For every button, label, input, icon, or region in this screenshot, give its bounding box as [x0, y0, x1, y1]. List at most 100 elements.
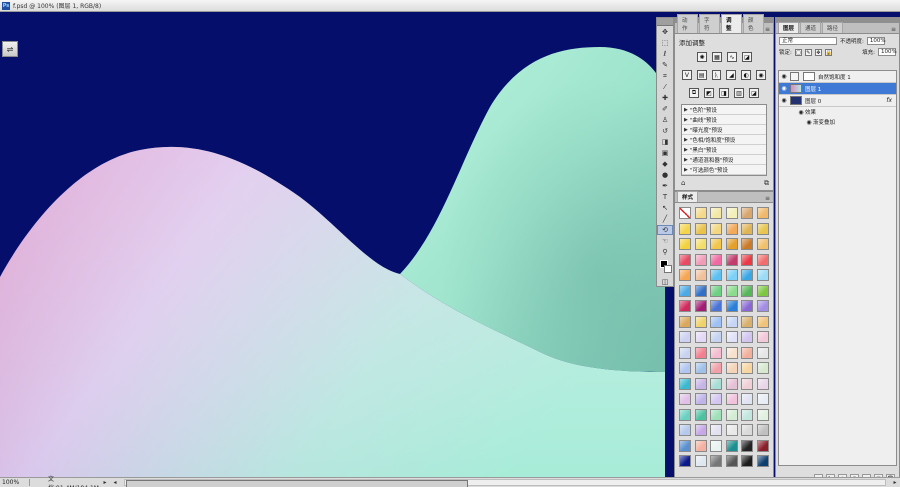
- eye-icon[interactable]: ◉: [779, 73, 789, 80]
- layers-menu-icon[interactable]: ≡: [891, 26, 896, 33]
- eraser-tool-icon[interactable]: ◨: [657, 137, 673, 147]
- style-swatch[interactable]: [756, 346, 769, 359]
- color-balance-icon[interactable]: ᚣ: [711, 70, 722, 80]
- expand-triangle-icon[interactable]: ▶: [684, 107, 688, 113]
- levels-icon[interactable]: ▦: [712, 52, 722, 62]
- style-swatch[interactable]: [741, 222, 753, 235]
- style-swatch[interactable]: [756, 455, 769, 467]
- style-swatch[interactable]: [694, 238, 707, 250]
- style-swatch[interactable]: [694, 439, 707, 452]
- tab-styles[interactable]: 样式: [677, 191, 699, 202]
- style-swatch[interactable]: [694, 393, 707, 405]
- gradient-tool-icon[interactable]: ▣: [657, 148, 673, 158]
- preset-item[interactable]: ▶ "曲线"预设: [682, 115, 766, 125]
- path-select-tool-icon[interactable]: ↖: [657, 203, 673, 213]
- 3d-rotate-tool-icon[interactable]: ⟲: [657, 225, 673, 235]
- clone-stamp-tool-icon[interactable]: ♙: [657, 115, 673, 125]
- photo-filter-icon[interactable]: ◐: [741, 70, 752, 80]
- lasso-tool-icon[interactable]: ℓ: [657, 49, 673, 59]
- style-swatch[interactable]: [710, 207, 722, 219]
- style-swatch[interactable]: [694, 253, 707, 266]
- scroll-right-icon[interactable]: ▸: [890, 479, 900, 486]
- style-swatch[interactable]: [741, 393, 753, 405]
- preset-item[interactable]: ▶ "可选颜色"预设: [682, 165, 766, 175]
- preset-item[interactable]: ▶ "黑白"预设: [682, 145, 766, 155]
- style-swatch[interactable]: [710, 300, 722, 312]
- style-swatch[interactable]: [694, 346, 707, 359]
- style-swatch[interactable]: [725, 377, 738, 390]
- style-swatch[interactable]: [756, 238, 769, 250]
- style-swatch[interactable]: [679, 253, 691, 266]
- lock-pixels-icon[interactable]: ✎: [804, 48, 812, 56]
- move-tool-icon[interactable]: ✥: [657, 27, 673, 37]
- pen-tool-icon[interactable]: ✒: [657, 181, 673, 191]
- clip-icon[interactable]: ⧉: [764, 179, 769, 188]
- horizontal-scrollbar[interactable]: [124, 479, 886, 487]
- style-swatch[interactable]: [694, 455, 707, 467]
- style-swatch[interactable]: [756, 393, 769, 405]
- blur-tool-icon[interactable]: ◆: [657, 159, 673, 169]
- style-swatch[interactable]: [710, 424, 722, 436]
- style-swatch[interactable]: [679, 284, 691, 297]
- style-swatch[interactable]: [725, 269, 738, 281]
- tools-grip[interactable]: [657, 18, 673, 26]
- style-swatch[interactable]: [694, 300, 707, 312]
- style-swatch[interactable]: [756, 284, 769, 297]
- options-button[interactable]: ⇌: [2, 41, 18, 57]
- dodge-tool-icon[interactable]: ●: [657, 170, 673, 180]
- style-swatch[interactable]: [756, 439, 769, 452]
- style-swatch[interactable]: [741, 439, 753, 452]
- style-swatch[interactable]: [725, 238, 738, 250]
- posterize-icon[interactable]: ◩: [704, 88, 714, 98]
- style-swatch[interactable]: [710, 408, 722, 421]
- doc-info[interactable]: 文档:91.4M/184.1M: [30, 474, 100, 487]
- style-swatch[interactable]: [694, 315, 707, 328]
- style-swatch[interactable]: [725, 408, 738, 421]
- opacity-field[interactable]: 100%: [866, 37, 886, 45]
- style-swatch[interactable]: [694, 331, 707, 343]
- style-swatch[interactable]: [741, 362, 753, 374]
- style-swatch[interactable]: [710, 393, 722, 405]
- style-swatch[interactable]: [725, 439, 738, 452]
- expand-triangle-icon[interactable]: ▶: [684, 167, 688, 173]
- gradient-map-icon[interactable]: ▥: [734, 88, 744, 98]
- expand-triangle-icon[interactable]: ▶: [684, 147, 688, 153]
- style-swatch[interactable]: [679, 424, 691, 436]
- style-swatch[interactable]: [710, 439, 722, 452]
- tab-adjustments[interactable]: 调整: [720, 14, 742, 33]
- style-swatch[interactable]: [694, 269, 707, 281]
- style-none-swatch[interactable]: [679, 207, 691, 219]
- preset-item[interactable]: ▶ "色阶"预设: [682, 105, 766, 115]
- style-swatch[interactable]: [756, 207, 769, 219]
- fill-field[interactable]: 100%: [878, 48, 897, 56]
- style-swatch[interactable]: [756, 222, 769, 235]
- style-swatch[interactable]: [725, 253, 738, 266]
- style-swatch[interactable]: [741, 300, 753, 312]
- brush-tool-icon[interactable]: ✐: [657, 104, 673, 114]
- tab-layers[interactable]: 图层: [778, 22, 800, 33]
- threshold-icon[interactable]: ◨: [719, 88, 729, 98]
- scroll-left-icon[interactable]: ◂: [110, 479, 120, 486]
- style-swatch[interactable]: [725, 284, 738, 297]
- lock-position-icon[interactable]: ✥: [814, 48, 822, 56]
- expand-triangle-icon[interactable]: ▶: [684, 117, 688, 123]
- style-swatch[interactable]: [694, 408, 707, 421]
- style-swatch[interactable]: [679, 238, 691, 250]
- style-swatch[interactable]: [694, 362, 707, 374]
- style-swatch[interactable]: [679, 346, 691, 359]
- brightness-icon[interactable]: ✺: [697, 52, 707, 62]
- style-swatch[interactable]: [710, 284, 722, 297]
- expand-triangle-icon[interactable]: ▶: [684, 157, 688, 163]
- style-swatch[interactable]: [741, 331, 753, 343]
- layer-row-vibrance[interactable]: ◉ 自然饱和度 1: [779, 71, 896, 83]
- status-menu-icon[interactable]: ▸: [100, 479, 110, 486]
- style-swatch[interactable]: [694, 284, 707, 297]
- marquee-tool-icon[interactable]: ⬚: [657, 38, 673, 48]
- style-swatch[interactable]: [725, 207, 738, 219]
- crop-tool-icon[interactable]: ⌗: [657, 71, 673, 81]
- style-swatch[interactable]: [756, 300, 769, 312]
- style-swatch[interactable]: [725, 346, 738, 359]
- lock-transparency-icon[interactable]: ▢: [794, 48, 802, 56]
- document-titlebar[interactable]: Ps f.psd @ 100% (图层 1, RGB/8): [0, 0, 900, 12]
- exposure-icon[interactable]: ◪: [742, 52, 752, 62]
